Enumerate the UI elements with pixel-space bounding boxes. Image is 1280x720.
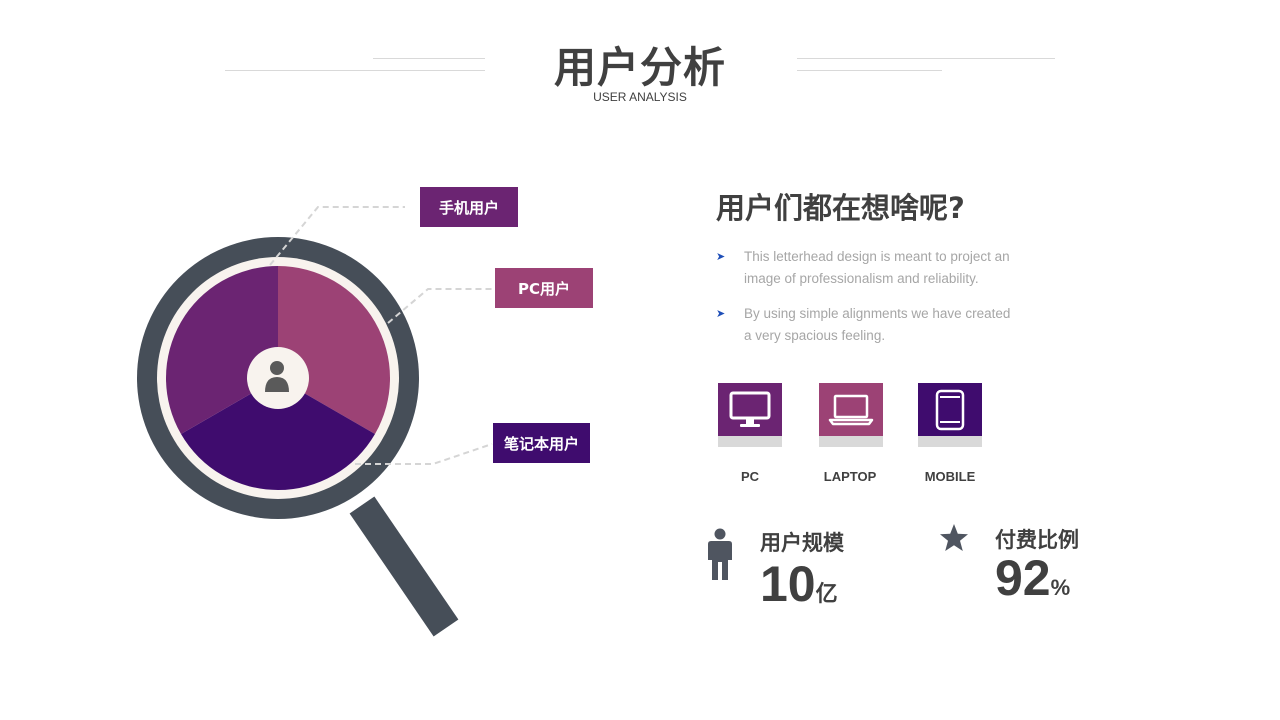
arrow-bullet-icon: ➤: [716, 251, 726, 263]
stat-number: 92: [995, 550, 1051, 606]
tablet-icon: [935, 389, 965, 430]
bullet-text-line: image of professionalism and reliability…: [744, 271, 979, 286]
stat-value-paid-ratio: 92%: [995, 549, 1070, 607]
bullet-text-line: By using simple alignments we have creat…: [744, 306, 1011, 321]
bullet-text-line: a very spacious feeling.: [744, 328, 886, 343]
device-tile-pc: [718, 383, 782, 447]
tag-pc-users: PC用户: [495, 268, 593, 308]
device-tile-mobile: [918, 383, 982, 447]
stat-label-user-scale: 用户规模: [760, 531, 844, 555]
bullet-item: ➤ By using simple alignments we have cre…: [716, 303, 1036, 347]
bullet-item: ➤ This letterhead design is meant to pro…: [716, 246, 1036, 290]
device-tile-laptop: [819, 383, 883, 447]
stat-unit: 亿: [815, 581, 838, 606]
stat-number: 10: [760, 556, 816, 612]
arrow-bullet-icon: ➤: [716, 308, 726, 320]
star-icon: [940, 524, 968, 551]
person-icon: [708, 528, 732, 580]
tag-laptop-users: 笔记本用户: [493, 423, 590, 463]
monitor-icon: [729, 391, 771, 427]
tag-mobile-users: 手机用户: [420, 187, 518, 227]
magnifier-diagram: [137, 206, 495, 637]
stat-unit: %: [1050, 575, 1071, 600]
magnifier-handle: [349, 496, 459, 637]
device-label-pc: PC: [740, 469, 760, 484]
device-label-mobile: MOBILE: [924, 469, 976, 484]
question-heading: 用户们都在想啥呢?: [716, 191, 965, 225]
laptop-icon: [828, 394, 874, 425]
bullet-text-line: This letterhead design is meant to proje…: [744, 249, 1010, 264]
stat-value-user-scale: 10亿: [760, 555, 838, 613]
device-label-laptop: LAPTOP: [823, 469, 877, 484]
